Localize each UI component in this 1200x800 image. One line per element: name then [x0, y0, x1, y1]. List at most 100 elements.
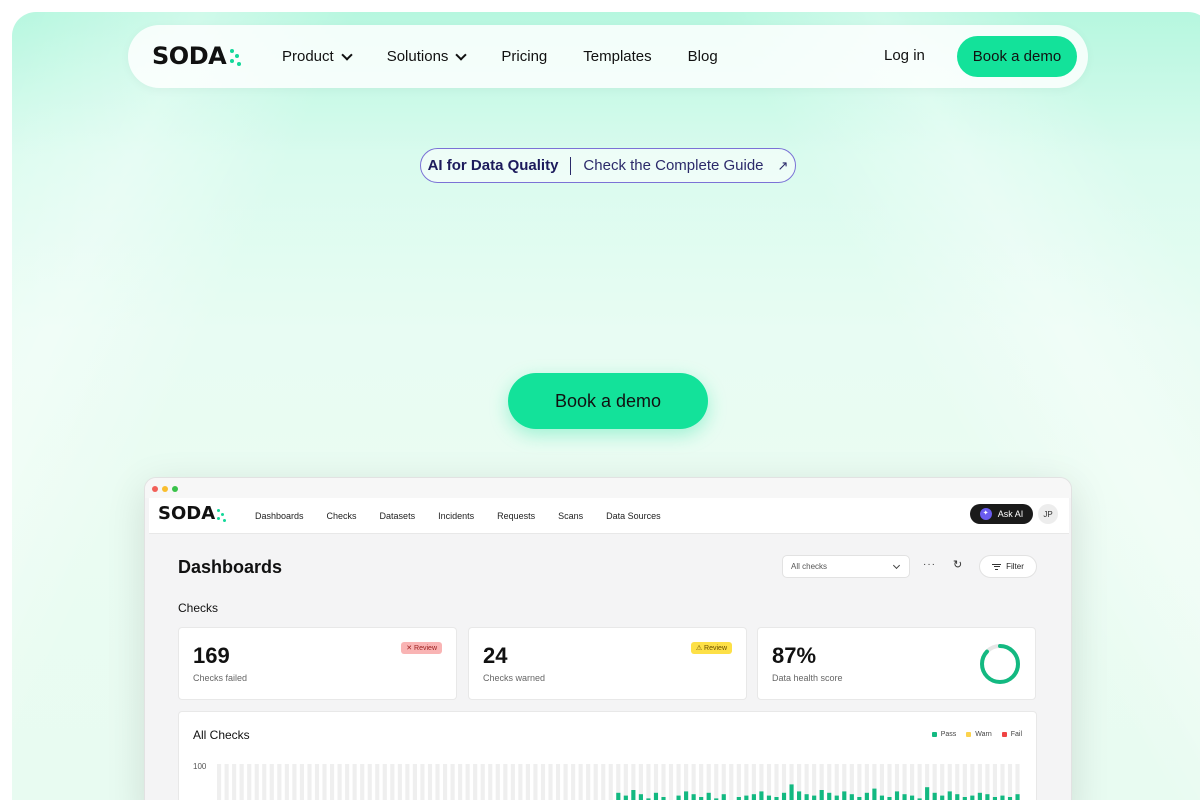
- checks-bar-chart: [217, 764, 1020, 800]
- bar-track: [232, 764, 237, 800]
- bar-track: [540, 764, 546, 800]
- pass-bar: [616, 792, 621, 800]
- bar-track: [1000, 764, 1005, 800]
- chevron-down-icon: [892, 561, 901, 570]
- book-demo-button[interactable]: Book a demo: [957, 36, 1077, 77]
- review-badge[interactable]: ✕ Review: [401, 642, 442, 654]
- bar-track: [382, 764, 387, 800]
- pass-bar: [804, 794, 809, 800]
- bar-track: [578, 764, 583, 800]
- pass-bar: [932, 792, 937, 800]
- section-title: Checks: [178, 601, 219, 615]
- bar-track: [217, 764, 222, 800]
- pass-bar: [872, 788, 877, 800]
- nav-item-pricing[interactable]: Pricing: [501, 48, 547, 65]
- bar-track: [345, 764, 350, 800]
- card-value: 24: [483, 643, 508, 668]
- checks-failed-card[interactable]: 169 Checks failed ✕ Review: [178, 627, 457, 700]
- tab-requests[interactable]: Requests: [497, 511, 535, 521]
- data-health-card[interactable]: 87% Data health score: [757, 627, 1036, 700]
- nav-item-product[interactable]: Product: [282, 48, 353, 65]
- bar-track: [887, 764, 892, 800]
- avatar[interactable]: JP: [1038, 504, 1058, 524]
- card-label: Checks warned: [483, 673, 546, 683]
- login-link[interactable]: Log in: [884, 47, 925, 64]
- bar-track: [247, 764, 252, 800]
- bar-track: [390, 764, 395, 800]
- tab-checks[interactable]: Checks: [327, 511, 357, 521]
- nav-item-templates[interactable]: Templates: [583, 48, 651, 65]
- bar-track: [593, 764, 598, 800]
- pass-bar: [766, 795, 772, 800]
- card-value: 169: [193, 643, 230, 668]
- chart-legend: Pass Warn Fail: [922, 731, 1022, 738]
- pass-bar: [706, 792, 711, 800]
- tab-dashboards[interactable]: Dashboards: [255, 511, 304, 521]
- pass-bar: [789, 784, 794, 800]
- app-preview: SODA Dashboards Checks Datasets Incident…: [144, 477, 1072, 800]
- pass-bar: [902, 794, 907, 800]
- pass-bar: [842, 791, 847, 800]
- nav-item-blog[interactable]: Blog: [688, 48, 718, 65]
- checks-warned-card[interactable]: 24 Checks warned ⚠ Review: [468, 627, 747, 700]
- nav-menu: Product Solutions Pricing Templates Blog: [282, 25, 754, 88]
- more-options-icon[interactable]: ···: [923, 559, 936, 570]
- bar-track: [601, 764, 606, 800]
- legend-warn: Warn: [966, 731, 992, 738]
- announcement-pill[interactable]: AI for Data Quality Check the Complete G…: [420, 148, 796, 183]
- pass-bar: [1000, 795, 1005, 800]
- bar-track: [729, 764, 734, 800]
- nav-item-solutions[interactable]: Solutions: [387, 48, 468, 65]
- app-logo[interactable]: SODA: [158, 503, 227, 524]
- bar-track: [480, 764, 485, 800]
- review-badge[interactable]: ⚠ Review: [690, 642, 732, 654]
- soda-logo[interactable]: SODA: [152, 42, 242, 70]
- tab-datasets[interactable]: Datasets: [380, 511, 416, 521]
- pass-bar: [684, 791, 689, 800]
- bar-track: [608, 764, 613, 800]
- bar-track: [284, 764, 289, 800]
- bar-track: [405, 764, 410, 800]
- app-tabs: Dashboards Checks Datasets Incidents Req…: [255, 498, 684, 534]
- bar-track: [992, 764, 998, 800]
- hero-background: SODA Product Solutions Pricing Templates…: [12, 12, 1200, 800]
- arrow-up-right-icon: ↗: [777, 157, 789, 173]
- bar-track: [337, 764, 342, 800]
- hero-book-demo-button[interactable]: Book a demo: [508, 373, 708, 429]
- announcement-tag: AI for Data Quality: [427, 157, 559, 174]
- bar-track: [510, 764, 515, 800]
- bar-track: [442, 764, 448, 800]
- bar-track: [450, 764, 455, 800]
- bar-track: [224, 764, 229, 800]
- bar-track: [254, 764, 259, 800]
- bar-track: [375, 764, 380, 800]
- pass-bar: [721, 794, 726, 800]
- nav-item-label: Pricing: [501, 48, 548, 65]
- bar-track: [420, 764, 425, 800]
- pass-bar: [623, 795, 628, 800]
- bar-track: [239, 764, 244, 800]
- bar-track: [322, 764, 327, 800]
- bar-track: [525, 764, 530, 800]
- legend-fail: Fail: [1001, 731, 1022, 738]
- card-label: Checks failed: [193, 673, 248, 683]
- refresh-icon[interactable]: ↻: [953, 558, 962, 571]
- tab-scans[interactable]: Scans: [558, 511, 583, 521]
- pass-bar: [1015, 794, 1020, 800]
- panel-title: All Checks: [193, 728, 250, 742]
- tab-data-sources[interactable]: Data Sources: [606, 511, 661, 521]
- divider: [570, 156, 572, 175]
- checks-select[interactable]: All checks: [782, 555, 910, 578]
- sparkle-icon: ✦: [979, 508, 992, 520]
- filter-button[interactable]: Filter: [979, 555, 1037, 578]
- bar-track: [397, 764, 402, 800]
- pass-bar: [849, 794, 854, 800]
- tab-incidents[interactable]: Incidents: [438, 511, 474, 521]
- pass-bar: [940, 795, 945, 800]
- bar-track: [367, 764, 372, 800]
- app-logo-text: SODA: [158, 503, 216, 524]
- bar-track: [879, 764, 885, 800]
- bar-track: [299, 764, 305, 800]
- ask-ai-button[interactable]: ✦ Ask AI: [970, 504, 1033, 524]
- bar-track: [307, 764, 312, 800]
